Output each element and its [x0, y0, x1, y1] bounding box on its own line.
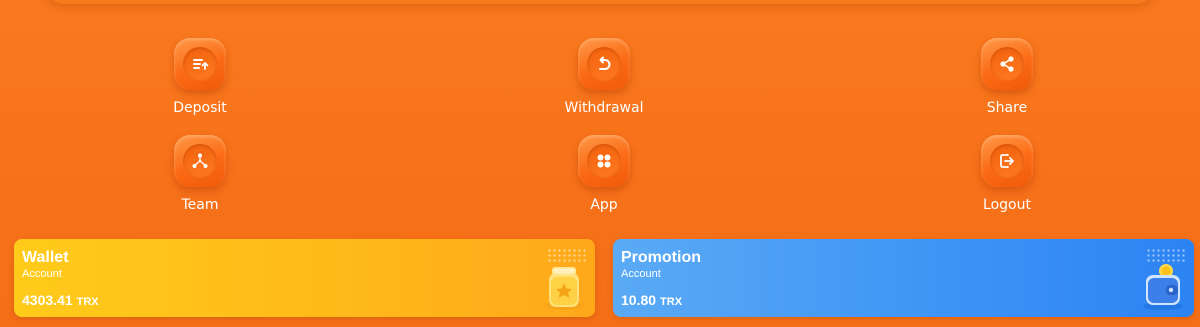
- withdrawal-icon-button[interactable]: [578, 38, 630, 90]
- promotion-title: Promotion: [621, 249, 701, 266]
- withdrawal-label: Withdrawal: [564, 100, 644, 116]
- share-button[interactable]: Share: [937, 38, 1077, 128]
- team-label: Team: [181, 197, 219, 213]
- wallet-subtitle: Account: [22, 268, 62, 280]
- share-icon: [1000, 56, 1014, 72]
- deposit-label: Deposit: [173, 100, 227, 116]
- wallet-jar-icon: [544, 267, 584, 310]
- share-icon-button[interactable]: [981, 38, 1033, 90]
- team-button[interactable]: Team: [130, 135, 270, 225]
- app-icon-button[interactable]: [578, 135, 630, 187]
- logout-icon-button[interactable]: [981, 135, 1033, 187]
- promotion-subtitle: Account: [621, 268, 661, 280]
- promotion-balance: 10.80 TRX: [621, 292, 682, 310]
- wallet-card[interactable]: Wallet Account 4303.41 TRX: [14, 239, 595, 317]
- wallet-unit: TRX: [76, 296, 99, 308]
- promotion-card[interactable]: Promotion Account 10.80 TRX: [613, 239, 1194, 317]
- team-icon-button[interactable]: [174, 135, 226, 187]
- app-label: App: [590, 197, 618, 213]
- promotion-amount: 10.80: [621, 292, 657, 308]
- deposit-button[interactable]: Deposit: [130, 38, 270, 128]
- undo-arrow-icon: [599, 56, 611, 70]
- share-label: Share: [986, 100, 1028, 116]
- deposit-icon: [193, 59, 209, 70]
- wallet-title: Wallet: [22, 249, 69, 266]
- app-button[interactable]: App: [534, 135, 674, 225]
- wallet-amount: 4303.41: [22, 292, 73, 308]
- withdrawal-button[interactable]: Withdrawal: [534, 38, 674, 128]
- logout-button[interactable]: Logout: [937, 135, 1077, 225]
- top-panel: [40, 0, 1160, 4]
- team-network-icon: [192, 153, 208, 168]
- app-grid-icon: [597, 154, 611, 168]
- wallet-balance: 4303.41 TRX: [22, 292, 99, 310]
- wallet-coin-icon: [1143, 264, 1183, 310]
- deposit-icon-button[interactable]: [174, 38, 226, 90]
- logout-icon: [1000, 154, 1014, 168]
- promotion-unit: TRX: [660, 296, 683, 308]
- logout-label: Logout: [983, 197, 1031, 213]
